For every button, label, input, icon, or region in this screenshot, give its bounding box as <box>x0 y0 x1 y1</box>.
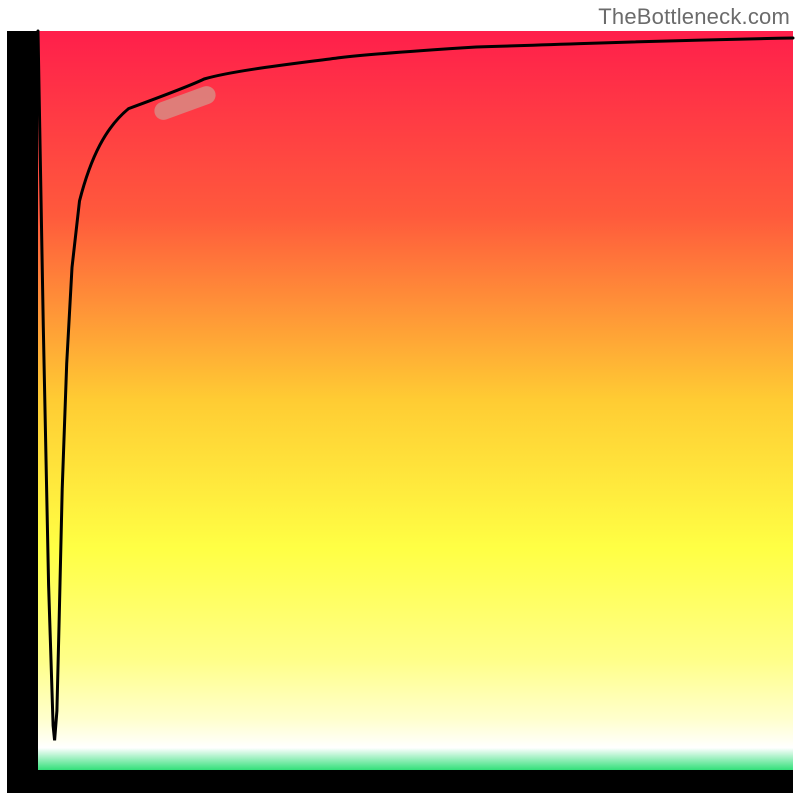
x-axis-bar <box>7 770 793 793</box>
y-axis-bar <box>7 31 38 793</box>
chart-root: TheBottleneck.com <box>0 0 800 800</box>
attribution-text: TheBottleneck.com <box>598 4 790 30</box>
chart-svg <box>0 0 800 800</box>
plot-background <box>38 31 793 770</box>
